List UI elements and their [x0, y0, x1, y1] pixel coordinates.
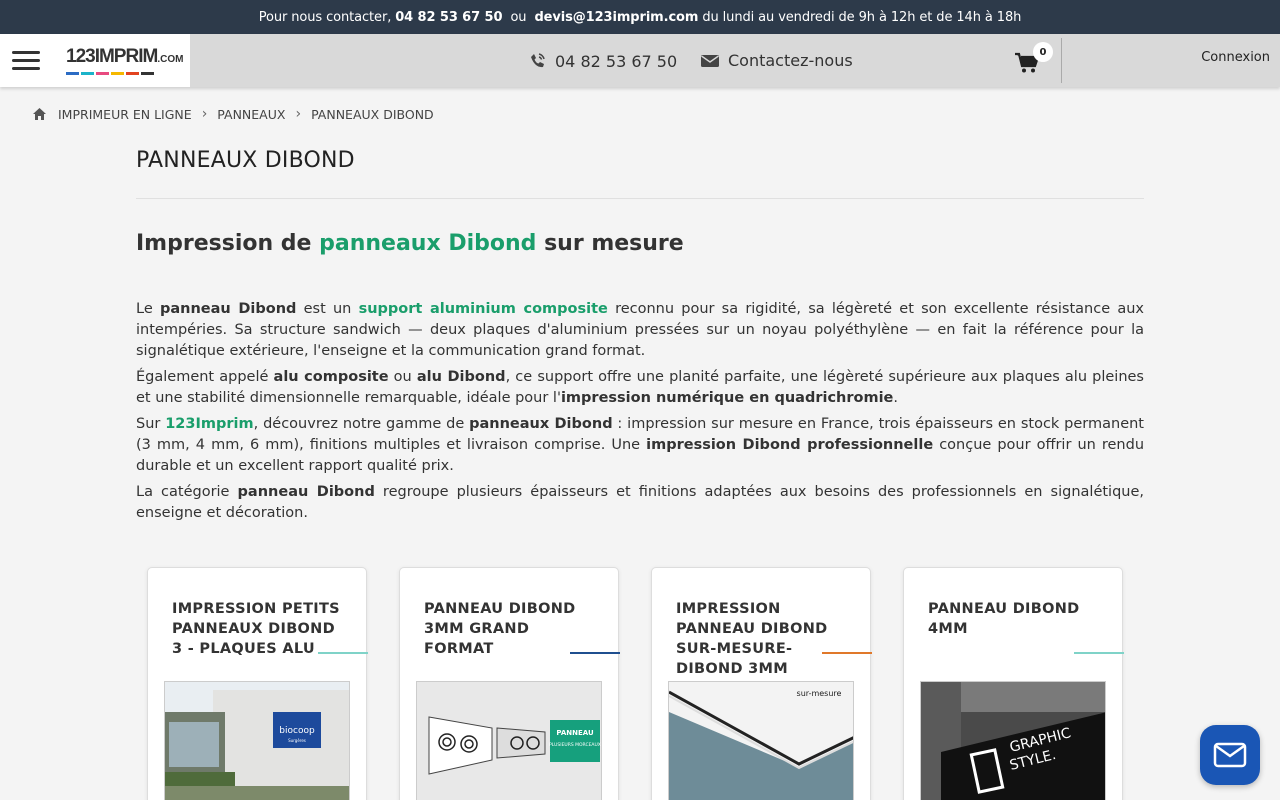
chat-mail-icon: [1213, 742, 1247, 768]
product-image: PANNEAU PLUSIEURS MORCEAUX: [416, 681, 602, 800]
logo-area: 123IMPRIM.COM: [0, 34, 190, 87]
product-card-title: IMPRESSION PANNEAU DIBOND SUR-MESURE-DIB…: [676, 601, 828, 677]
svg-text:Surgères: Surgères: [288, 738, 306, 743]
header-phone: 04 82 53 67 50: [555, 51, 678, 71]
brand-link[interactable]: 123Imprim: [165, 416, 253, 432]
support-link[interactable]: support aluminium composite: [359, 301, 608, 317]
product-image-text: PANNEAU: [556, 729, 594, 737]
contact-topbar: Pour nous contacter, 04 82 53 67 50 ou d…: [0, 0, 1280, 34]
description-paragraph: Également appelé alu composite ou alu Di…: [136, 369, 1144, 406]
site-header: 123IMPRIM.COM 04 82 53 67 50 Contactez-n…: [0, 34, 1280, 87]
breadcrumb: IMPRIMEUR EN LIGNE › PANNEAUX › PANNEAUX…: [32, 106, 434, 122]
product-image-text: biocoop: [279, 726, 315, 736]
product-card[interactable]: PANNEAU DIBOND 4MM GRAPHIC STYLE.: [903, 567, 1124, 800]
site-logo[interactable]: 123IMPRIM.COM: [66, 45, 184, 75]
product-card[interactable]: IMPRESSION PANNEAU DIBOND SUR-MESURE-DIB…: [651, 567, 872, 800]
title-divider: [136, 198, 1144, 199]
mail-icon: [701, 54, 719, 67]
product-image: sur-mesure: [668, 681, 854, 800]
product-image: biocoop Surgères: [164, 681, 350, 800]
product-image-text: sur-mesure: [797, 689, 842, 698]
subtitle-highlight: panneaux Dibond: [319, 231, 537, 256]
product-card[interactable]: PANNEAU DIBOND 3MM GRAND FORMAT PANNEAU …: [399, 567, 620, 800]
menu-icon[interactable]: [12, 51, 40, 70]
product-card-title: PANNEAU DIBOND 4MM: [928, 601, 1080, 637]
description-paragraph: Le panneau Dibond est un support alumini…: [136, 301, 1144, 359]
card-accent-line: [318, 652, 368, 654]
page-title: PANNEAUX DIBOND: [136, 148, 355, 173]
product-card-title: IMPRESSION PETITS PANNEAUX DIBOND 3 - PL…: [172, 601, 340, 657]
cart-count-badge: 0: [1033, 42, 1053, 62]
subtitle-pre: Impression de: [136, 231, 320, 256]
svg-text:PLUSIEURS MORCEAUX: PLUSIEURS MORCEAUX: [549, 742, 601, 748]
card-accent-line: [1074, 652, 1124, 654]
cart-button[interactable]: 0: [1015, 42, 1053, 78]
topbar-hours: du lundi au vendredi de 9h à 12h et de 1…: [702, 9, 1022, 25]
phone-icon: [531, 53, 545, 68]
card-accent-line: [570, 652, 620, 654]
logo-color-bar: [66, 71, 183, 75]
topbar-or: ou: [506, 9, 531, 25]
topbar-prefix: Pour nous contacter,: [258, 9, 392, 25]
home-icon[interactable]: [32, 107, 47, 121]
subtitle-post: sur mesure: [536, 231, 684, 256]
card-accent-line: [822, 652, 872, 654]
header-contact: Contactez-nous: [728, 51, 853, 70]
header-phone-link[interactable]: 04 82 53 67 50: [527, 51, 677, 71]
section-subtitle: Impression de panneaux Dibond sur mesure: [136, 231, 684, 256]
product-card-title: PANNEAU DIBOND 3MM GRAND FORMAT: [424, 601, 576, 657]
product-card[interactable]: IMPRESSION PETITS PANNEAUX DIBOND 3 - PL…: [147, 567, 368, 800]
description-paragraph: La catégorie panneau Dibond regroupe plu…: [136, 484, 1145, 521]
breadcrumb-item-current: PANNEAUX DIBOND: [311, 106, 434, 122]
category-description: Le panneau Dibond est un support alumini…: [136, 299, 1144, 529]
chat-button[interactable]: [1200, 725, 1260, 785]
chevron-right-icon: ›: [201, 106, 208, 122]
header-contact-link[interactable]: Contactez-nous: [700, 51, 853, 70]
logo-suffix: .COM: [157, 53, 184, 65]
breadcrumb-item-home[interactable]: IMPRIMEUR EN LIGNE: [58, 107, 192, 122]
topbar-phone[interactable]: 04 82 53 67 50: [395, 10, 502, 25]
chevron-right-icon: ›: [295, 106, 302, 122]
product-image: GRAPHIC STYLE.: [920, 681, 1106, 800]
logo-main: 123IMPRIM: [66, 45, 158, 67]
login-link[interactable]: Connexion: [1201, 50, 1270, 65]
breadcrumb-item-panneaux[interactable]: PANNEAUX: [217, 107, 285, 122]
topbar-email[interactable]: devis@123imprim.com: [534, 10, 698, 25]
header-divider: [1061, 38, 1062, 83]
description-paragraph: Sur 123Imprim, découvrez notre gamme de …: [136, 416, 1145, 474]
